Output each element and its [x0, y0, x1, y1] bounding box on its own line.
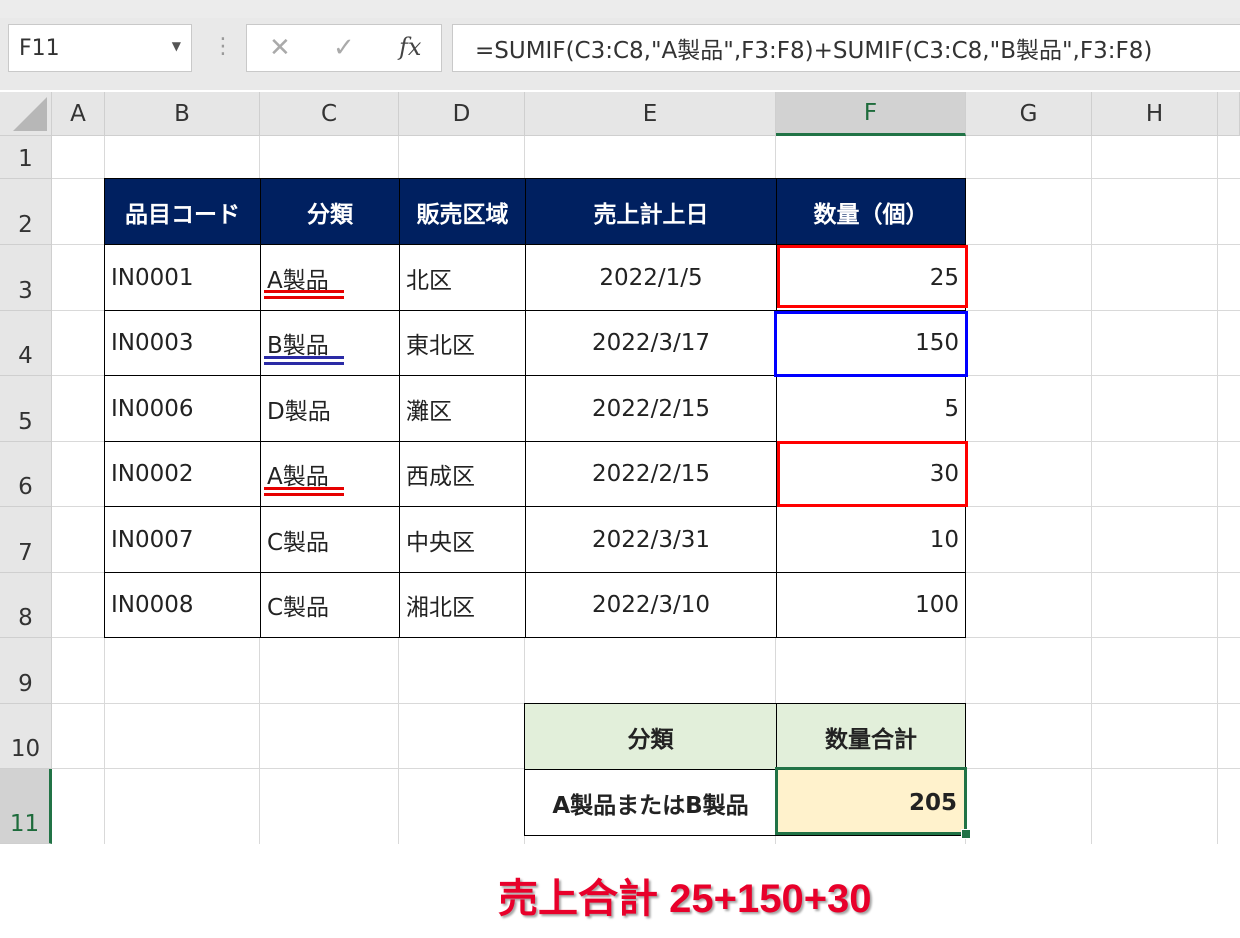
- row-header-10[interactable]: 10: [0, 704, 52, 769]
- table-cell-date[interactable]: 2022/2/15: [525, 375, 777, 442]
- drag-handle-icon[interactable]: ⋮: [212, 34, 234, 59]
- table-cell-quantity[interactable]: 5: [776, 375, 966, 442]
- column-header-a[interactable]: A: [52, 92, 105, 136]
- column-header-g[interactable]: G: [966, 92, 1092, 136]
- check-icon[interactable]: ✓: [333, 33, 355, 63]
- table-cell-quantity[interactable]: 30: [776, 441, 966, 507]
- table-cell-date[interactable]: 2022/3/10: [525, 572, 777, 638]
- name-box-value: F11: [19, 35, 60, 61]
- table-cell-quantity[interactable]: 100: [776, 572, 966, 638]
- table-cell-category[interactable]: A製品: [260, 441, 400, 507]
- column-header-b[interactable]: B: [105, 92, 260, 136]
- table-header-category[interactable]: 分類: [260, 178, 400, 245]
- table-header-region[interactable]: 販売区域: [399, 178, 526, 245]
- table-cell-quantity[interactable]: 25: [776, 244, 966, 311]
- table-cell-category[interactable]: D製品: [260, 375, 400, 442]
- select-all-corner[interactable]: [0, 92, 52, 136]
- table-cell-code[interactable]: IN0007: [104, 506, 261, 573]
- row-header-8[interactable]: 8: [0, 573, 52, 638]
- column-header-h[interactable]: H: [1092, 92, 1218, 136]
- close-icon[interactable]: ✕: [269, 33, 291, 63]
- column-header-c[interactable]: C: [260, 92, 399, 136]
- active-cell-selection[interactable]: [775, 767, 967, 835]
- a-product-underline: [264, 290, 344, 299]
- table-cell-code[interactable]: IN0003: [104, 310, 261, 376]
- table-header-date[interactable]: 売上計上日: [525, 178, 777, 245]
- name-box[interactable]: F11 ▼: [8, 24, 192, 72]
- b-product-underline: [264, 356, 344, 365]
- table-cell-code[interactable]: IN0001: [104, 244, 261, 311]
- formula-input[interactable]: =SUMIF(C3:C8,"A製品",F3:F8)+SUMIF(C3:C8,"B…: [452, 24, 1240, 72]
- table-cell-date[interactable]: 2022/3/31: [525, 506, 777, 573]
- chevron-down-icon[interactable]: ▼: [172, 39, 181, 53]
- table-cell-region[interactable]: 灘区: [399, 375, 526, 442]
- row-header-3[interactable]: 3: [0, 245, 52, 311]
- table-cell-quantity[interactable]: 150: [776, 310, 966, 376]
- table-cell-region[interactable]: 西成区: [399, 441, 526, 507]
- row-header-2[interactable]: 2: [0, 179, 52, 245]
- row-header-9[interactable]: 9: [0, 638, 52, 704]
- table-cell-category[interactable]: A製品: [260, 244, 400, 311]
- table-cell-code[interactable]: IN0006: [104, 375, 261, 442]
- table-cell-category[interactable]: B製品: [260, 310, 400, 376]
- table-cell-date[interactable]: 2022/2/15: [525, 441, 777, 507]
- table-header-code[interactable]: 品目コード: [104, 178, 261, 245]
- table-cell-code[interactable]: IN0002: [104, 441, 261, 507]
- row-header-7[interactable]: 7: [0, 507, 52, 573]
- ribbon-edge: [0, 0, 1240, 18]
- summary-header-category[interactable]: 分類: [524, 703, 777, 770]
- table-cell-region[interactable]: 北区: [399, 244, 526, 311]
- table-cell-category[interactable]: C製品: [260, 506, 400, 573]
- row-header-1[interactable]: 1: [0, 136, 52, 179]
- fx-icon[interactable]: fx: [399, 33, 421, 61]
- row-header-4[interactable]: 4: [0, 311, 52, 376]
- table-cell-category[interactable]: C製品: [260, 572, 400, 638]
- summary-category[interactable]: A製品またはB製品: [524, 769, 777, 836]
- table-cell-code[interactable]: IN0008: [104, 572, 261, 638]
- fill-handle[interactable]: [961, 829, 971, 839]
- table-cell-region[interactable]: 湘北区: [399, 572, 526, 638]
- column-header-i[interactable]: [1218, 92, 1240, 136]
- column-header-e[interactable]: E: [525, 92, 776, 136]
- row-header-6[interactable]: 6: [0, 442, 52, 507]
- gridline: [1217, 136, 1218, 844]
- column-header-f[interactable]: F: [776, 92, 966, 136]
- row-header-5[interactable]: 5: [0, 376, 52, 442]
- caption-text: 売上合計 25+150+30: [498, 877, 872, 921]
- table-cell-region[interactable]: 東北区: [399, 310, 526, 376]
- column-header-d[interactable]: D: [399, 92, 525, 136]
- formula-buttons: ✕ ✓ fx: [246, 24, 442, 72]
- table-cell-date[interactable]: 2022/1/5: [525, 244, 777, 311]
- table-cell-quantity[interactable]: 10: [776, 506, 966, 573]
- table-cell-region[interactable]: 中央区: [399, 506, 526, 573]
- summary-header-total[interactable]: 数量合計: [776, 703, 966, 770]
- table-header-quantity[interactable]: 数量（個）: [776, 178, 966, 245]
- a-product-underline: [264, 487, 344, 496]
- table-cell-date[interactable]: 2022/3/17: [525, 310, 777, 376]
- row-header-11[interactable]: 11: [0, 769, 52, 844]
- gridline: [1091, 136, 1092, 844]
